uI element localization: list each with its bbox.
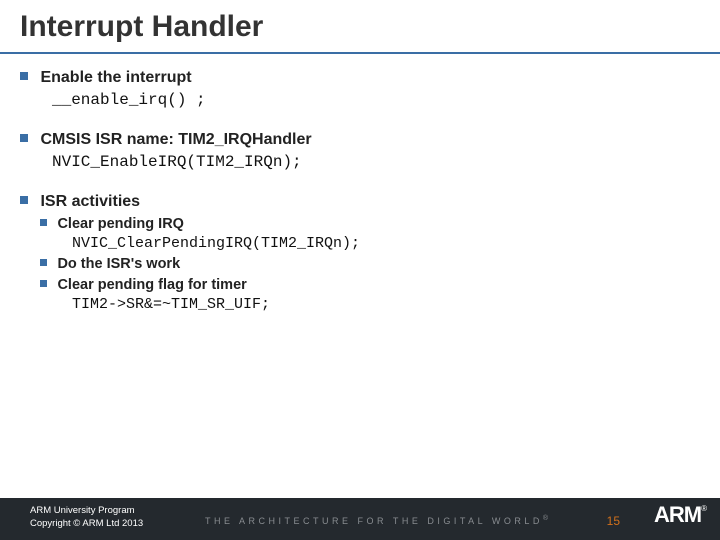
square-bullet-icon — [20, 196, 28, 204]
bullet-enable-interrupt: Enable the interrupt __enable_irq() ; — [20, 69, 700, 109]
square-bullet-icon — [40, 219, 47, 226]
tagline-text: THE ARCHITECTURE FOR THE DIGITAL WORLD — [205, 516, 543, 526]
square-bullet-icon — [40, 280, 47, 287]
page-number: 15 — [607, 514, 620, 528]
sub-do-isr-work: Do the ISR's work — [57, 256, 180, 272]
footer-line2: Copyright © ARM Ltd 2013 — [30, 518, 143, 531]
arm-logo: ARM® — [654, 502, 706, 528]
footer-attribution: ARM University Program Copyright © ARM L… — [30, 505, 143, 531]
code-tim2-sr: TIM2->SR&=~TIM_SR_UIF; — [72, 296, 700, 313]
code-nvic-enable: NVIC_EnableIRQ(TIM2_IRQn); — [52, 153, 700, 171]
heading-isr-activities: ISR activities — [40, 193, 140, 210]
square-bullet-icon — [20, 134, 28, 142]
sub-clear-pending-flag: Clear pending flag for timer — [57, 277, 246, 293]
registered-icon: ® — [701, 504, 706, 513]
footer-bar: ARM University Program Copyright © ARM L… — [0, 498, 720, 540]
code-clear-pending: NVIC_ClearPendingIRQ(TIM2_IRQn); — [72, 235, 700, 252]
registered-icon: ® — [543, 515, 548, 522]
sub-clear-pending-irq: Clear pending IRQ — [57, 216, 184, 232]
square-bullet-icon — [40, 259, 47, 266]
heading-enable-interrupt: Enable the interrupt — [40, 69, 191, 86]
bullet-isr-activities: ISR activities Clear pending IRQ NVIC_Cl… — [20, 193, 700, 313]
footer-line1: ARM University Program — [30, 505, 143, 518]
square-bullet-icon — [20, 72, 28, 80]
code-enable-irq: __enable_irq() ; — [52, 91, 700, 109]
logo-text: ARM — [654, 502, 701, 527]
slide-content: Enable the interrupt __enable_irq() ; CM… — [0, 54, 720, 313]
heading-cmsis-isr: CMSIS ISR name: TIM2_IRQHandler — [40, 131, 311, 148]
footer-tagline: THE ARCHITECTURE FOR THE DIGITAL WORLD® — [205, 515, 548, 526]
slide-title: Interrupt Handler — [0, 0, 720, 54]
bullet-cmsis-isr: CMSIS ISR name: TIM2_IRQHandler NVIC_Ena… — [20, 131, 700, 171]
